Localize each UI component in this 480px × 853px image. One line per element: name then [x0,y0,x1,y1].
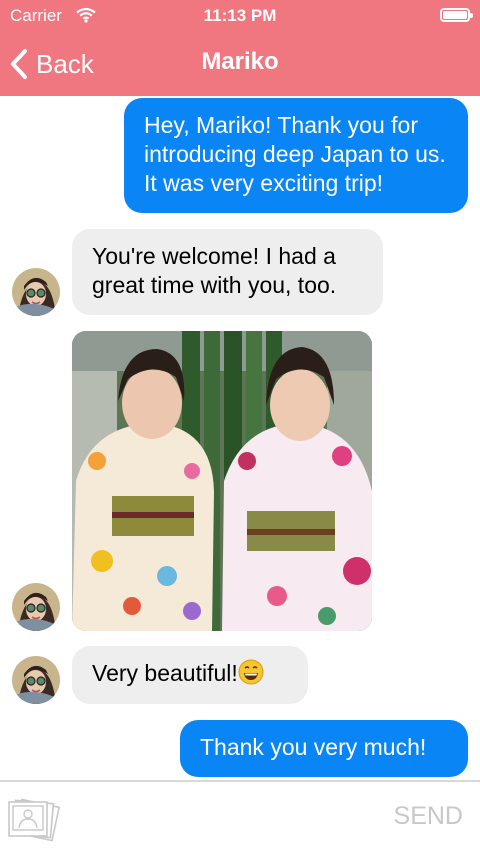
photo-library-icon[interactable] [6,794,62,853]
status-time: 11:13 PM [203,6,277,25]
shared-photo[interactable] [72,331,372,631]
message-input-bar: SEND [0,780,480,852]
battery-icon [440,8,473,22]
contact-avatar[interactable] [12,583,60,631]
send-button[interactable]: SEND [394,802,463,831]
incoming-message-bubble[interactable]: You're welcome! I had a great time with … [72,229,383,315]
message-text: Thank you very much! [200,734,427,760]
outgoing-message-bubble[interactable]: Thank you very much! [180,720,468,777]
back-label: Back [36,48,94,79]
message-list[interactable]: Hey, Mariko! Thank you for introducing d… [0,96,480,780]
outgoing-message-bubble[interactable]: Hey, Mariko! Thank you for introducing d… [124,98,468,213]
chevron-left-icon [10,48,28,80]
contact-avatar[interactable] [12,268,60,316]
back-button[interactable]: Back [10,46,94,82]
message-text: You're welcome! I had a great time with … [92,243,337,298]
navigation-bar: Back Mariko [0,32,480,96]
incoming-message-bubble[interactable]: Very beautiful! [72,646,308,704]
message-text: Very beautiful! [92,660,238,686]
message-text: Hey, Mariko! Thank you for introducing d… [144,112,446,196]
status-bar: Carrier 11:13 PM [0,0,480,32]
contact-avatar[interactable] [12,656,60,704]
smiling-face-emoji-icon [238,659,264,685]
